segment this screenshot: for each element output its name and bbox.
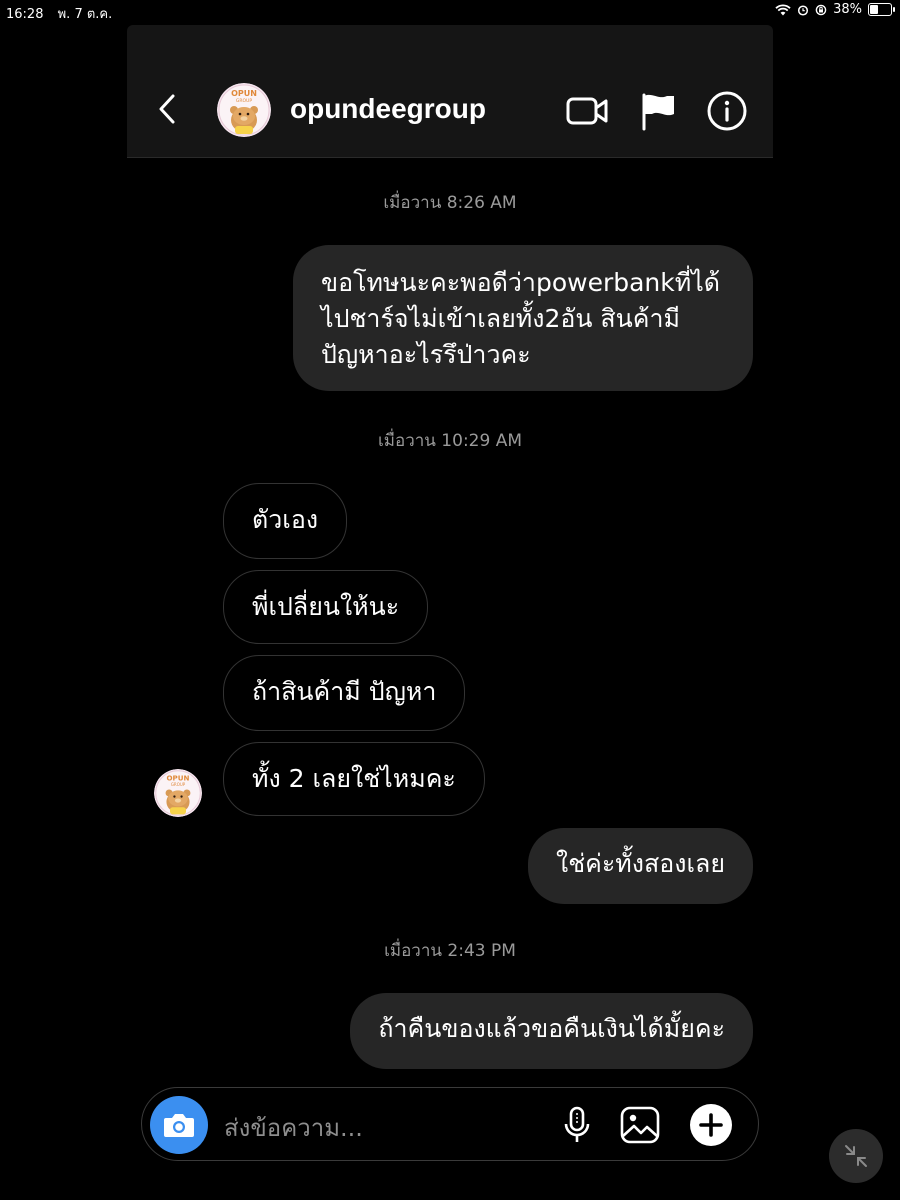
camera-icon — [164, 1114, 194, 1137]
incoming-message[interactable]: พี่เปลี่ยนให้นะ — [223, 570, 429, 644]
status-time: 16:28 — [6, 7, 44, 22]
timestamp: เมื่อวาน 8:26 AM — [383, 193, 517, 213]
bear-logo-icon: OPUN GROUP — [154, 769, 202, 817]
screen-lock-icon — [815, 4, 827, 15]
video-call-icon[interactable] — [565, 89, 609, 133]
minimize-button[interactable] — [829, 1129, 883, 1183]
chat-header: OPUN GROUP opundeegroup — [127, 25, 773, 158]
chat-panel: OPUN GROUP opundeegroup เมื่อวาน 8:26 AM… — [127, 25, 773, 1200]
collapse-arrows-icon — [845, 1145, 867, 1167]
incoming-message[interactable]: ทั้ง 2 เลยใช่ไหมคะ — [223, 742, 485, 816]
incoming-message[interactable]: ถ้าสินค้ามี ปัญหา — [223, 655, 466, 731]
status-date: พ. 7 ต.ค. — [57, 7, 113, 22]
bear-logo-icon: OPUN GROUP — [217, 83, 271, 137]
message-line: ปัญหาอะไรรึป่าวคะ — [321, 340, 531, 369]
avatar[interactable]: OPUN GROUP — [217, 83, 271, 137]
timestamp: เมื่อวาน 10:29 AM — [377, 431, 523, 451]
message-input[interactable]: ส่งข้อความ... — [224, 1108, 363, 1147]
chat-username[interactable]: opundeegroup — [290, 93, 486, 125]
svg-text:OPUN: OPUN — [231, 89, 257, 98]
incoming-message[interactable]: ตัวเอง — [223, 483, 348, 559]
battery-percent: 38% — [833, 2, 862, 17]
back-icon[interactable] — [155, 91, 179, 127]
outgoing-message[interactable]: ใช่ค่ะทั้งสองเลย — [527, 828, 753, 904]
svg-text:GROUP: GROUP — [236, 98, 252, 104]
message-composer: ส่งข้อความ... — [141, 1087, 759, 1161]
message-line: ขอโทษนะคะพอดีว่าpowerbankที่ได้ — [321, 268, 721, 297]
battery-fill — [870, 5, 878, 14]
info-icon[interactable] — [705, 89, 749, 133]
message-line: ไปชาร์จไม่เข้าเลยทั้ง2อัน สินค้ามี — [321, 304, 680, 333]
status-bar: 16:28 พ. 7 ต.ค. 38% — [0, 0, 900, 24]
battery-icon — [868, 3, 895, 16]
outgoing-message[interactable]: ขอโทษนะคะพอดีว่าpowerbankที่ได้ ไปชาร์จไ… — [293, 245, 753, 391]
outgoing-message[interactable]: ถ้าคืนของแล้วขอคืนเงินได้มั้ยคะ — [350, 993, 753, 1069]
wifi-icon — [775, 3, 791, 15]
timestamp: เมื่อวาน 2:43 PM — [384, 941, 516, 961]
add-icon[interactable] — [688, 1102, 734, 1148]
alarm-icon — [798, 4, 809, 16]
flag-icon[interactable] — [637, 89, 681, 133]
sender-avatar[interactable]: OPUN GROUP — [154, 769, 202, 817]
svg-text:GROUP: GROUP — [171, 782, 186, 787]
gallery-icon[interactable] — [619, 1104, 661, 1146]
microphone-icon[interactable] — [556, 1104, 598, 1146]
camera-button[interactable] — [150, 1096, 208, 1154]
